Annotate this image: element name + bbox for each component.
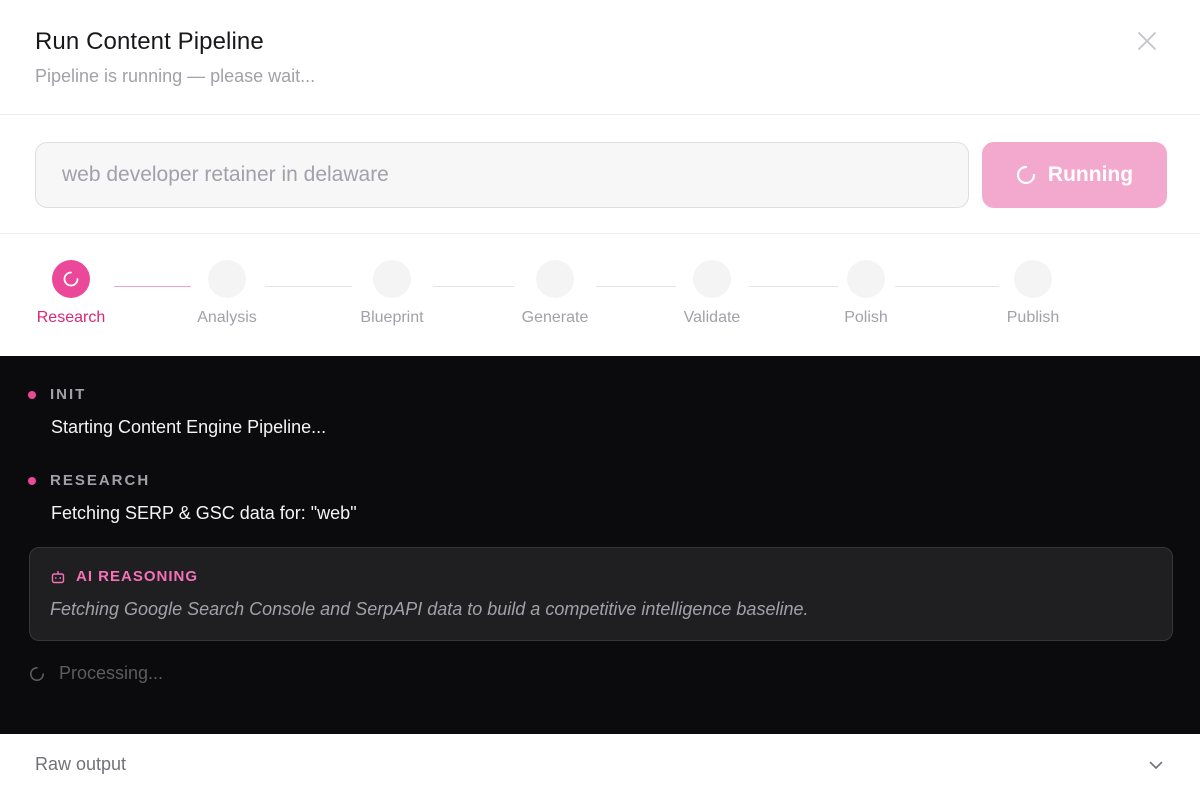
spinner-icon: [30, 666, 44, 681]
ai-reasoning-card: AI REASONING Fetching Google Search Cons…: [29, 547, 1173, 641]
step-connector: [265, 286, 352, 287]
log-entry-tag: RESEARCH: [28, 472, 150, 489]
spinner-icon: [1016, 165, 1036, 185]
step-label: Analysis: [197, 309, 257, 326]
step-label: Validate: [683, 309, 741, 326]
step-connector: [433, 286, 514, 287]
status-dot: [28, 476, 36, 485]
raw-output-label: Raw output: [35, 754, 127, 774]
step-label: Publish: [1006, 309, 1060, 326]
step-indicator-active: [52, 260, 90, 298]
step-connector: [749, 286, 838, 287]
ai-reasoning-title: AI REASONING: [76, 568, 199, 585]
spinner-icon: [63, 271, 79, 287]
query-row: Running: [0, 115, 1200, 234]
step-indicator: [373, 260, 411, 298]
step-indicator: [536, 260, 574, 298]
modal-title: Run Content Pipeline: [35, 28, 264, 55]
run-button-label: Running: [1047, 163, 1134, 186]
modal-subtitle: Pipeline is running — please wait...: [35, 66, 316, 86]
ai-reasoning-text: Fetching Google Search Console and SerpA…: [50, 599, 809, 619]
chevron-down-icon[interactable]: [1147, 756, 1165, 774]
pipeline-modal: Run Content Pipeline Pipeline is running…: [0, 0, 1200, 791]
close-icon[interactable]: [1134, 28, 1160, 54]
log-entry-tag: INIT: [28, 386, 86, 403]
step-indicator: [1014, 260, 1052, 298]
keyword-input[interactable]: [35, 142, 969, 208]
modal-header: Run Content Pipeline Pipeline is running…: [0, 0, 1200, 115]
step-connector: [596, 286, 676, 287]
log-panel: INIT Starting Content Engine Pipeline...…: [0, 356, 1200, 734]
pipeline-stepper: Research Analysis Blueprint Generate Val…: [0, 234, 1200, 356]
robot-icon: [51, 570, 65, 583]
log-entry-message: Fetching SERP & GSC data for: "web": [51, 503, 357, 523]
step-label: Generate: [521, 309, 589, 326]
step-label: Research: [36, 309, 106, 326]
raw-output-toggle[interactable]: Raw output: [0, 734, 1200, 791]
status-dot: [28, 390, 36, 399]
processing-label: Processing...: [59, 663, 164, 683]
log-entry-message: Starting Content Engine Pipeline...: [51, 417, 327, 437]
step-connector: [114, 286, 191, 287]
ai-reasoning-header: AI REASONING: [50, 568, 198, 585]
step-label: Blueprint: [360, 309, 424, 326]
step-indicator: [208, 260, 246, 298]
log-tag-label: INIT: [50, 386, 87, 403]
log-tag-label: RESEARCH: [50, 472, 151, 489]
step-indicator: [847, 260, 885, 298]
run-button[interactable]: Running: [982, 142, 1167, 208]
processing-status: Processing...: [29, 663, 163, 684]
step-indicator: [693, 260, 731, 298]
step-connector: [895, 286, 999, 287]
step-label: Polish: [844, 309, 888, 326]
